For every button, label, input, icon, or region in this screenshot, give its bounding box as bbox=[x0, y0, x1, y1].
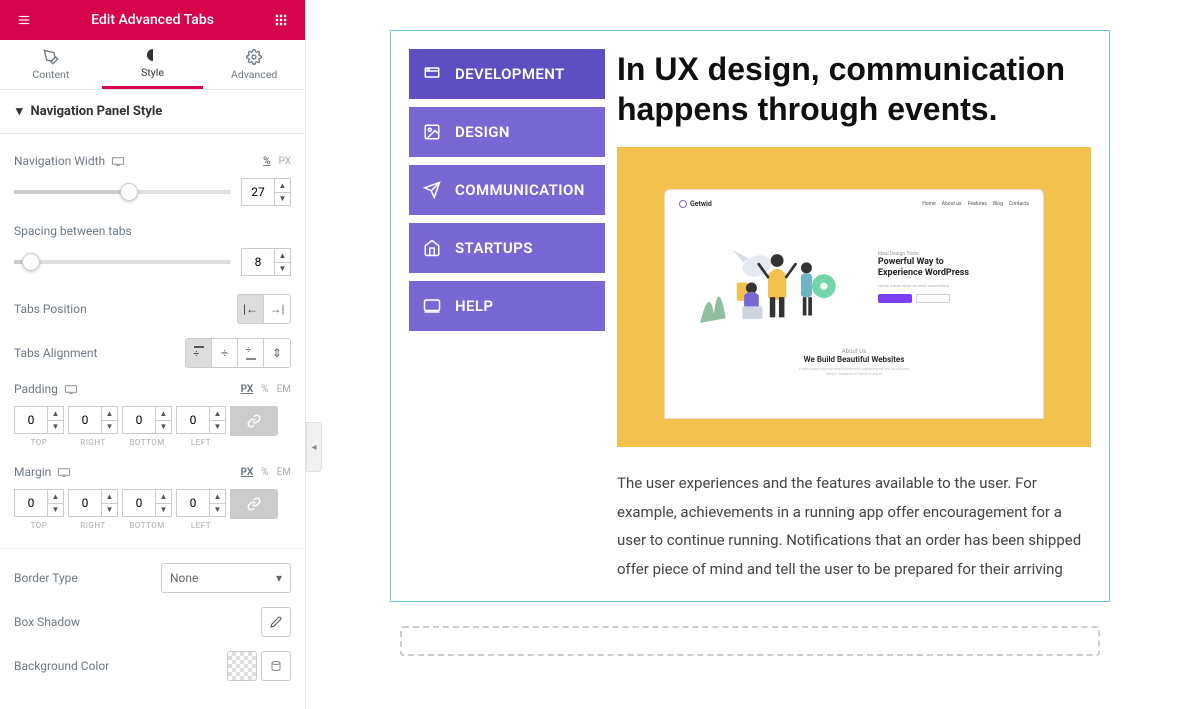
control-padding: Padding PX % EM ▲▼TOP ▲▼RIGHT ▲▼BOTTOM ▲… bbox=[14, 382, 291, 447]
padding-link-button[interactable] bbox=[230, 406, 278, 436]
nav-width-label: Navigation Width bbox=[14, 154, 105, 168]
pos-left-button[interactable]: |← bbox=[238, 295, 264, 323]
tab-design[interactable]: DESIGN bbox=[409, 107, 605, 157]
padding-left-input[interactable]: ▲▼ bbox=[176, 406, 226, 434]
panel-mode-tabs: Content Style Advanced bbox=[0, 40, 305, 90]
sidebar-header: Edit Advanced Tabs bbox=[0, 0, 305, 40]
margin-left-input[interactable]: ▲▼ bbox=[176, 489, 226, 517]
padding-right-input[interactable]: ▲▼ bbox=[68, 406, 118, 434]
spacing-label: Spacing between tabs bbox=[14, 224, 132, 238]
unit-px[interactable]: PX bbox=[241, 384, 254, 395]
tabs-position-label: Tabs Position bbox=[14, 302, 87, 316]
apps-icon[interactable] bbox=[269, 8, 293, 32]
sidebar-collapse-handle[interactable]: ◂ bbox=[306, 422, 322, 472]
content-body: The user experiences and the features av… bbox=[617, 469, 1091, 583]
panel-tab-content-label: Content bbox=[32, 68, 69, 81]
nav-width-value[interactable]: ▲▼ bbox=[241, 178, 291, 206]
section-body: Navigation Width % PX ▲▼ Spacin bbox=[0, 134, 305, 709]
tab-content-panel: In UX design, communication happens thro… bbox=[617, 49, 1091, 583]
box-shadow-edit-button[interactable] bbox=[261, 607, 291, 637]
menu-icon[interactable] bbox=[12, 8, 36, 32]
unit-px[interactable]: PX bbox=[279, 156, 291, 167]
margin-right-input[interactable]: ▲▼ bbox=[68, 489, 118, 517]
editor-canvas: DEVELOPMENT DESIGN COMMUNICATION STARTUP… bbox=[322, 0, 1178, 709]
margin-bottom-input[interactable]: ▲▼ bbox=[122, 489, 172, 517]
box-shadow-label: Box Shadow bbox=[14, 615, 80, 629]
margin-label: Margin bbox=[14, 465, 51, 479]
panel-tab-content[interactable]: Content bbox=[0, 40, 102, 89]
nav-width-slider[interactable] bbox=[14, 190, 231, 194]
chevron-down-icon: ▾ bbox=[276, 571, 282, 585]
responsive-icon[interactable] bbox=[111, 156, 125, 166]
tabs-alignment-label: Tabs Alignment bbox=[14, 346, 97, 360]
spacing-value[interactable]: ▲▼ bbox=[241, 248, 291, 276]
control-tabs-alignment: Tabs Alignment ÷ ÷ ÷ ⇕ bbox=[14, 338, 291, 368]
panel-tab-style-label: Style bbox=[141, 66, 164, 79]
panel-tab-advanced-label: Advanced bbox=[231, 68, 277, 81]
tabs-position-toggle: |← →| bbox=[237, 294, 291, 324]
panel-tab-advanced[interactable]: Advanced bbox=[203, 40, 305, 89]
tabs-alignment-toggle: ÷ ÷ ÷ ⇕ bbox=[185, 338, 291, 368]
control-box-shadow: Box Shadow bbox=[14, 607, 291, 637]
padding-top-input[interactable]: ▲▼ bbox=[14, 406, 64, 434]
control-spacing: Spacing between tabs ▲▼ bbox=[14, 224, 291, 276]
border-type-label: Border Type bbox=[14, 571, 78, 585]
unit-px[interactable]: PX bbox=[241, 467, 254, 478]
align-top-button[interactable]: ÷ bbox=[186, 339, 212, 367]
section-title: Navigation Panel Style bbox=[31, 104, 163, 119]
control-border-type: Border Type None ▾ bbox=[14, 563, 291, 593]
editor-sidebar: Edit Advanced Tabs Content Style Advance… bbox=[0, 0, 306, 709]
spacing-slider[interactable] bbox=[14, 260, 231, 264]
tab-help[interactable]: HELP bbox=[409, 281, 605, 331]
sidebar-title: Edit Advanced Tabs bbox=[91, 12, 214, 28]
advanced-tabs-widget[interactable]: DEVELOPMENT DESIGN COMMUNICATION STARTUP… bbox=[390, 30, 1110, 602]
align-stretch-button[interactable]: ⇕ bbox=[264, 339, 290, 367]
unit-percent[interactable]: % bbox=[263, 156, 270, 167]
unit-em[interactable]: EM bbox=[277, 467, 291, 478]
padding-bottom-input[interactable]: ▲▼ bbox=[122, 406, 172, 434]
drop-area[interactable] bbox=[400, 626, 1100, 656]
tab-communication[interactable]: COMMUNICATION bbox=[409, 165, 605, 215]
align-bottom-button[interactable]: ÷ bbox=[238, 339, 264, 367]
margin-top-input[interactable]: ▲▼ bbox=[14, 489, 64, 517]
unit-em[interactable]: EM bbox=[277, 384, 291, 395]
content-image: Getwid Home About us Features Blog Conta… bbox=[617, 147, 1091, 447]
margin-link-button[interactable] bbox=[230, 489, 278, 519]
content-heading: In UX design, communication happens thro… bbox=[617, 49, 1091, 129]
responsive-icon[interactable] bbox=[64, 384, 78, 394]
bg-color-global-button[interactable] bbox=[261, 651, 291, 681]
unit-pct[interactable]: % bbox=[261, 384, 268, 395]
control-nav-width: Navigation Width % PX ▲▼ bbox=[14, 154, 291, 206]
panel-tab-style[interactable]: Style bbox=[102, 40, 204, 89]
control-bg-color: Background Color bbox=[14, 651, 291, 681]
caret-down-icon: ▾ bbox=[16, 104, 23, 119]
unit-pct[interactable]: % bbox=[261, 467, 268, 478]
bg-color-swatch-button[interactable] bbox=[227, 651, 257, 681]
control-tabs-position: Tabs Position |← →| bbox=[14, 294, 291, 324]
pos-right-button[interactable]: →| bbox=[264, 295, 290, 323]
align-middle-button[interactable]: ÷ bbox=[212, 339, 238, 367]
responsive-icon[interactable] bbox=[57, 467, 71, 477]
vertical-tabs-nav: DEVELOPMENT DESIGN COMMUNICATION STARTUP… bbox=[409, 49, 605, 583]
bg-color-label: Background Color bbox=[14, 659, 109, 673]
control-margin: Margin PX % EM ▲▼TOP ▲▼RIGHT ▲▼BOTTOM ▲▼… bbox=[14, 465, 291, 530]
tab-development[interactable]: DEVELOPMENT bbox=[409, 49, 605, 99]
padding-label: Padding bbox=[14, 382, 58, 396]
border-type-select[interactable]: None ▾ bbox=[161, 563, 291, 593]
tab-startups[interactable]: STARTUPS bbox=[409, 223, 605, 273]
section-nav-panel-style[interactable]: ▾ Navigation Panel Style bbox=[0, 90, 305, 134]
